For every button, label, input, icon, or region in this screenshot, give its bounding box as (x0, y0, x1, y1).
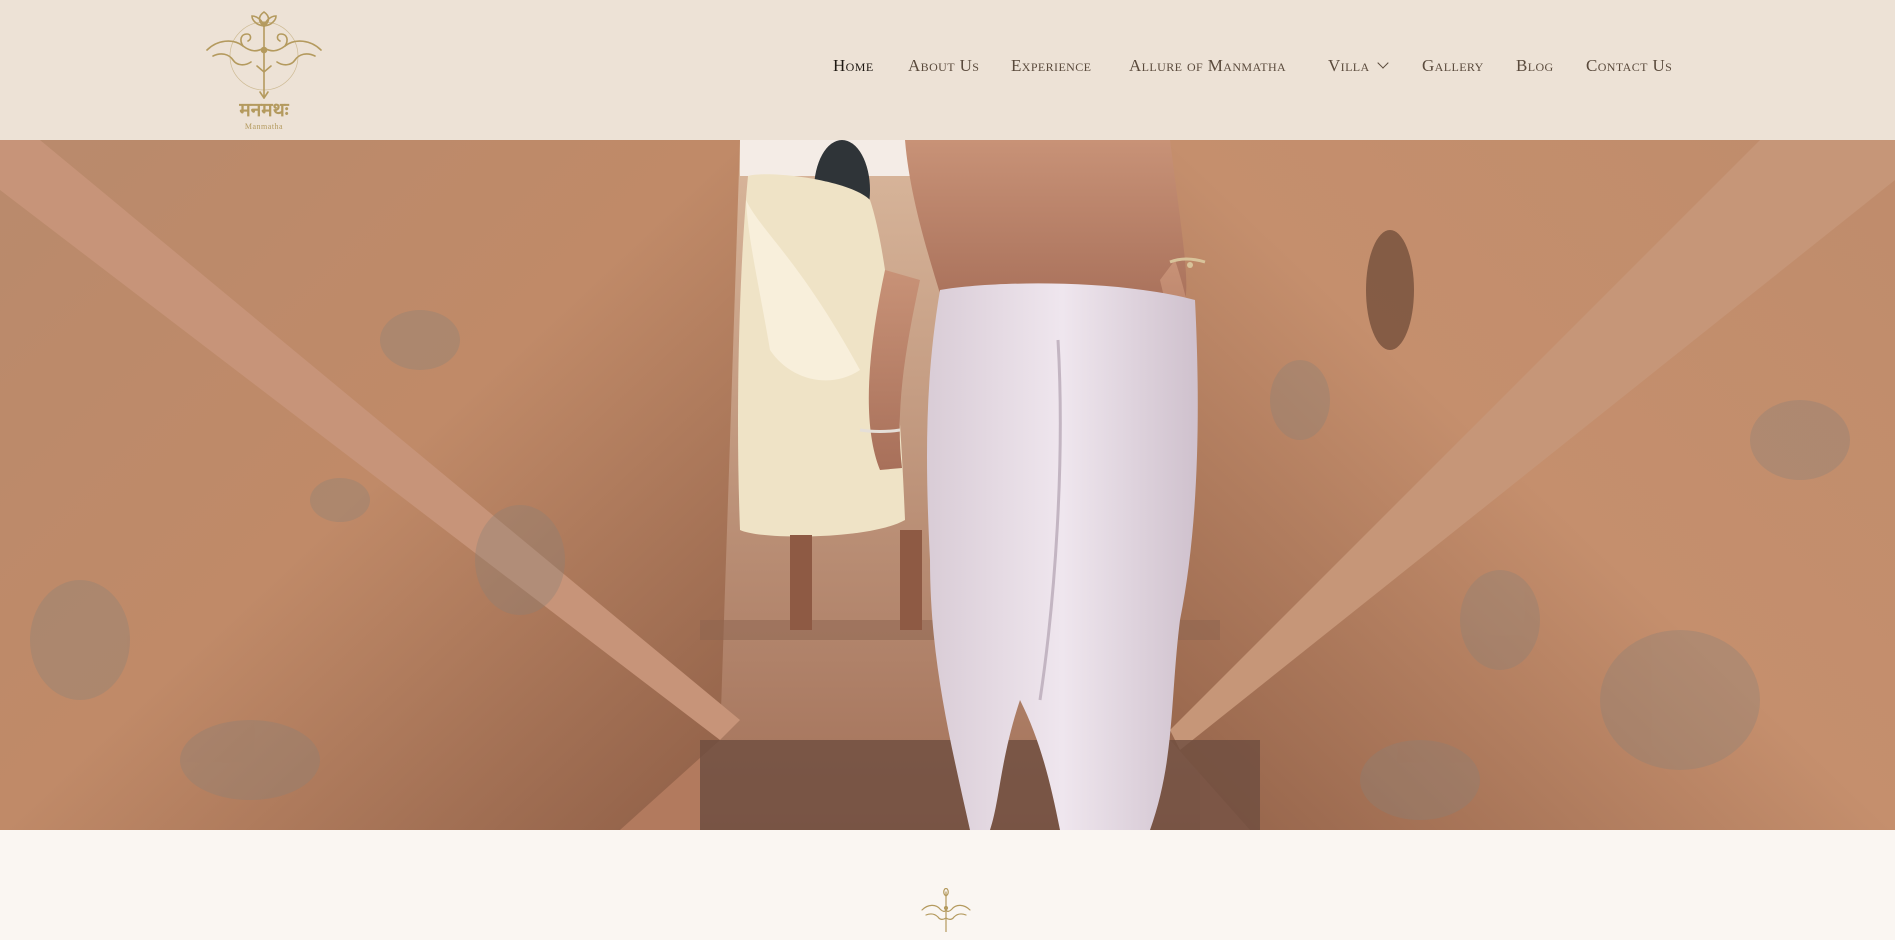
site-logo[interactable]: मनमथः Manmatha (203, 6, 325, 134)
nav-allure-of-manmatha[interactable]: Allure of Manmatha (1129, 56, 1286, 76)
site-header: मनमथः Manmatha Home About Us Experience … (0, 0, 1895, 140)
content-section (0, 830, 1895, 940)
nav-gallery[interactable]: Gallery (1422, 56, 1484, 76)
nav-blog[interactable]: Blog (1516, 56, 1554, 76)
nav-villa-label: Villa (1328, 56, 1370, 75)
nav-home[interactable]: Home (833, 56, 874, 76)
nav-about-us[interactable]: About Us (908, 56, 979, 76)
hero-photo (0, 140, 1895, 830)
chevron-down-icon (1376, 57, 1389, 69)
hero-banner (0, 140, 1895, 830)
lotus-bow-arrow-small-icon (921, 888, 971, 932)
nav-contact-us[interactable]: Contact Us (1586, 56, 1672, 76)
nav-villa[interactable]: Villa (1328, 56, 1389, 76)
logo-latin-text: Manmatha (244, 122, 284, 131)
lotus-bow-arrow-icon (206, 11, 322, 99)
logo-devanagari-text: मनमथः (239, 99, 289, 121)
nav-experience[interactable]: Experience (1011, 56, 1091, 76)
